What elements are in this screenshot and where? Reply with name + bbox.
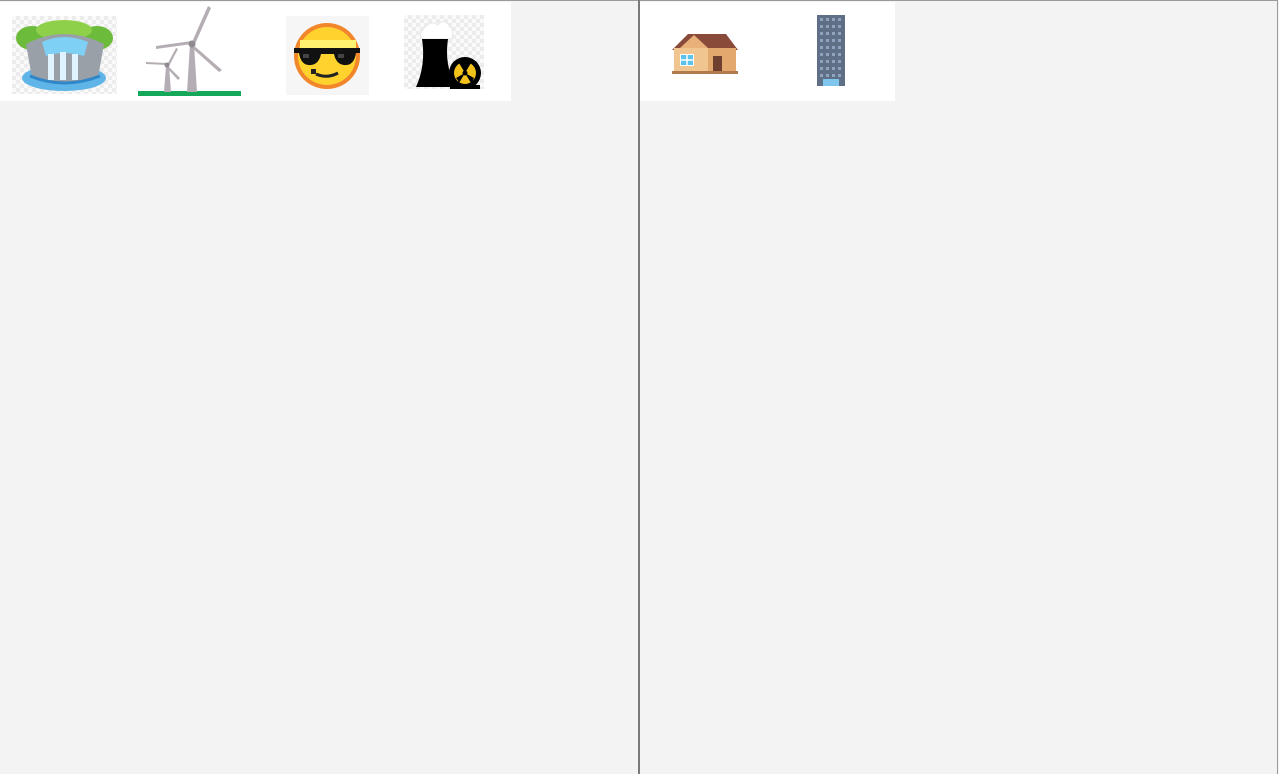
skyscraper-icon <box>817 15 845 86</box>
house-tile[interactable] <box>670 32 740 76</box>
left-workspace-pane[interactable] <box>0 0 638 774</box>
right-workspace-pane[interactable] <box>640 0 1278 774</box>
energy-source-palette <box>0 2 511 101</box>
skyscraper-tile[interactable] <box>817 15 845 86</box>
hydro-dam-tile[interactable] <box>12 16 117 94</box>
house-icon <box>672 34 738 74</box>
wind-turbine-tile[interactable] <box>138 4 242 97</box>
solar-sun-sunglasses-icon <box>294 23 360 89</box>
nuclear-plant-icon <box>416 21 481 89</box>
hydroelectric-dam-icon <box>16 20 113 91</box>
wind-turbine-icon <box>138 6 241 96</box>
solar-tile[interactable] <box>286 16 369 95</box>
consumer-palette <box>640 2 895 101</box>
nuclear-tile[interactable] <box>404 15 484 89</box>
